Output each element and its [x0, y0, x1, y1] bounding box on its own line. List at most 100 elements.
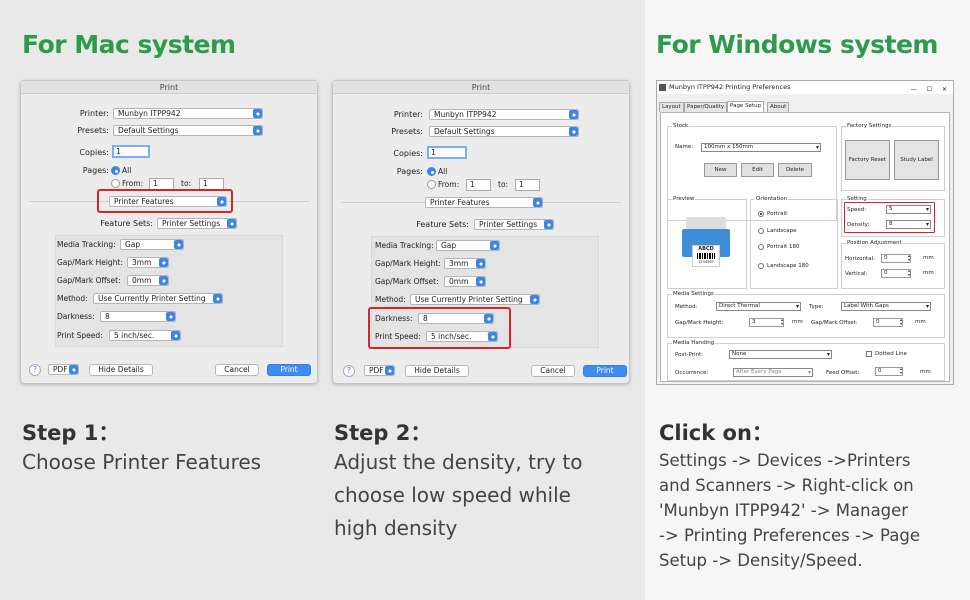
to-field[interactable]: 1: [515, 179, 540, 191]
delete-button[interactable]: Delete: [778, 163, 812, 177]
method-select[interactable]: Use Currently Printer Setting: [93, 293, 223, 304]
factory-reset-button[interactable]: Factory Reset: [845, 140, 890, 180]
tab-page-setup[interactable]: Page Setup: [727, 101, 765, 112]
method-select[interactable]: Use Currently Printer Setting: [410, 294, 540, 305]
copies-field[interactable]: 1: [112, 145, 150, 158]
post-print-select[interactable]: None: [729, 350, 832, 359]
chevron-updown-icon: [159, 258, 168, 267]
printer-select[interactable]: Munbyn ITPP942: [429, 109, 579, 120]
media-tracking-select[interactable]: Gap: [120, 239, 184, 250]
help-icon[interactable]: ?: [343, 365, 355, 377]
stock-name-select[interactable]: 100mm x 150mm: [701, 143, 821, 152]
dialog-title: Print: [21, 81, 317, 94]
panel-select[interactable]: Printer Features: [425, 197, 543, 208]
tab-layout[interactable]: Layout: [659, 102, 684, 112]
media-tracking-value: Gap: [441, 241, 457, 250]
presets-select[interactable]: Default Settings: [429, 126, 579, 137]
orientation-label: Orientation: [755, 196, 789, 203]
chevron-updown-icon: [569, 127, 578, 136]
study-label-button[interactable]: Study Label: [894, 140, 939, 180]
step2-title: Step 2：: [334, 421, 432, 445]
gap-offset-select[interactable]: 0mm: [127, 275, 169, 286]
edit-button[interactable]: Edit: [741, 163, 774, 177]
cancel-button[interactable]: Cancel: [215, 364, 259, 376]
print-button[interactable]: Print: [267, 364, 311, 376]
feature-sets-value: Printer Settings: [479, 220, 538, 229]
chevron-updown-icon: [253, 109, 262, 118]
panel-select-value: Printer Features: [430, 198, 490, 207]
gap-height-label: Gap/Mark Height:: [375, 259, 441, 268]
click-text-line5: Setup -> Density/Speed.: [659, 551, 863, 570]
media-settings-label: Media Settings: [672, 291, 715, 298]
portrait180-radio[interactable]: [758, 244, 764, 250]
tab-about[interactable]: About: [767, 102, 790, 112]
hide-details-button[interactable]: Hide Details: [405, 365, 469, 377]
media-type-select[interactable]: Label With Gaps: [841, 302, 931, 311]
feed-offset-spinner[interactable]: 0: [875, 367, 903, 376]
help-icon[interactable]: ?: [29, 364, 41, 376]
pages-label: Pages:: [82, 166, 109, 175]
mac-heading: For Mac system: [22, 30, 236, 59]
portrait-radio[interactable]: [758, 211, 764, 217]
gap-height-select[interactable]: 3mm: [127, 257, 169, 268]
pdf-label: PDF: [369, 366, 384, 375]
pdf-menu[interactable]: PDF: [48, 364, 79, 375]
pages-from-radio[interactable]: [111, 179, 120, 188]
click-text-line4: -> Printing Preferences -> Page: [659, 526, 920, 545]
printer-icon: [659, 84, 666, 91]
landscape-radio[interactable]: [758, 228, 764, 234]
landscape180-radio[interactable]: [758, 263, 764, 269]
landscape-label: Landscape: [767, 228, 797, 234]
gap-offset-select[interactable]: 0mm: [444, 276, 486, 287]
window-controls[interactable]: — ☐ ✕: [911, 83, 951, 96]
tab-paper-quality[interactable]: Paper/Quality: [684, 102, 728, 112]
printer-label: Printer:: [79, 109, 109, 118]
media-gap-height-spinner[interactable]: 3: [749, 318, 784, 327]
horizontal-unit: mm: [923, 255, 934, 261]
print-speed-value: 5 inch/sec.: [114, 331, 155, 340]
occurrence-select[interactable]: After Every Page: [733, 368, 813, 377]
printer-value: Munbyn ITPP942: [118, 109, 181, 118]
pages-all-radio[interactable]: [111, 166, 120, 175]
pages-from-label: From:: [438, 180, 460, 189]
media-method-label: Method:: [675, 304, 698, 310]
darkness-select[interactable]: 8: [100, 311, 176, 322]
print-speed-select[interactable]: 5 inch/sec.: [109, 330, 181, 341]
presets-value: Default Settings: [434, 127, 495, 136]
pdf-menu[interactable]: PDF: [364, 365, 395, 376]
vertical-unit: mm: [923, 270, 934, 276]
print-button[interactable]: Print: [583, 365, 627, 377]
preview-text: ABCD: [698, 246, 714, 252]
media-tracking-select[interactable]: Gap: [436, 240, 500, 251]
gap-height-select[interactable]: 3mm: [444, 258, 486, 269]
presets-select[interactable]: Default Settings: [113, 125, 263, 136]
pages-all-radio[interactable]: [427, 167, 436, 176]
dotted-line-checkbox[interactable]: [866, 351, 872, 357]
vertical-spinner[interactable]: 0: [881, 269, 911, 278]
chevron-updown-icon: [476, 259, 485, 268]
chevron-updown-icon: [159, 276, 168, 285]
printer-label: Printer:: [393, 110, 423, 119]
new-button[interactable]: New: [704, 163, 737, 177]
label-preview: ABCD 1234567: [692, 245, 720, 267]
step1-text: Choose Printer Features: [22, 450, 262, 474]
copies-field[interactable]: 1: [427, 146, 467, 159]
feature-sets-select[interactable]: Printer Settings: [474, 219, 554, 230]
gap-height-unit: mm: [792, 319, 803, 325]
occurrence-label: Occurrence:: [675, 370, 709, 376]
printer-select[interactable]: Munbyn ITPP942: [113, 108, 263, 119]
presets-label: Presets:: [391, 127, 423, 136]
feature-sets-value: Printer Settings: [162, 219, 221, 228]
media-gap-offset-spinner[interactable]: 0: [873, 318, 903, 327]
horizontal-spinner[interactable]: 0: [881, 254, 911, 263]
chevron-updown-icon: [213, 294, 222, 303]
media-method-select[interactable]: Direct Thermal: [716, 302, 801, 311]
method-label: Method:: [57, 294, 88, 303]
feature-sets-select[interactable]: Printer Settings: [157, 218, 237, 229]
feed-offset-unit: mm: [920, 369, 931, 375]
chevron-updown-icon: [533, 198, 542, 207]
from-field[interactable]: 1: [466, 179, 491, 191]
cancel-button[interactable]: Cancel: [531, 365, 575, 377]
pages-from-radio[interactable]: [427, 180, 436, 189]
hide-details-button[interactable]: Hide Details: [89, 364, 153, 376]
